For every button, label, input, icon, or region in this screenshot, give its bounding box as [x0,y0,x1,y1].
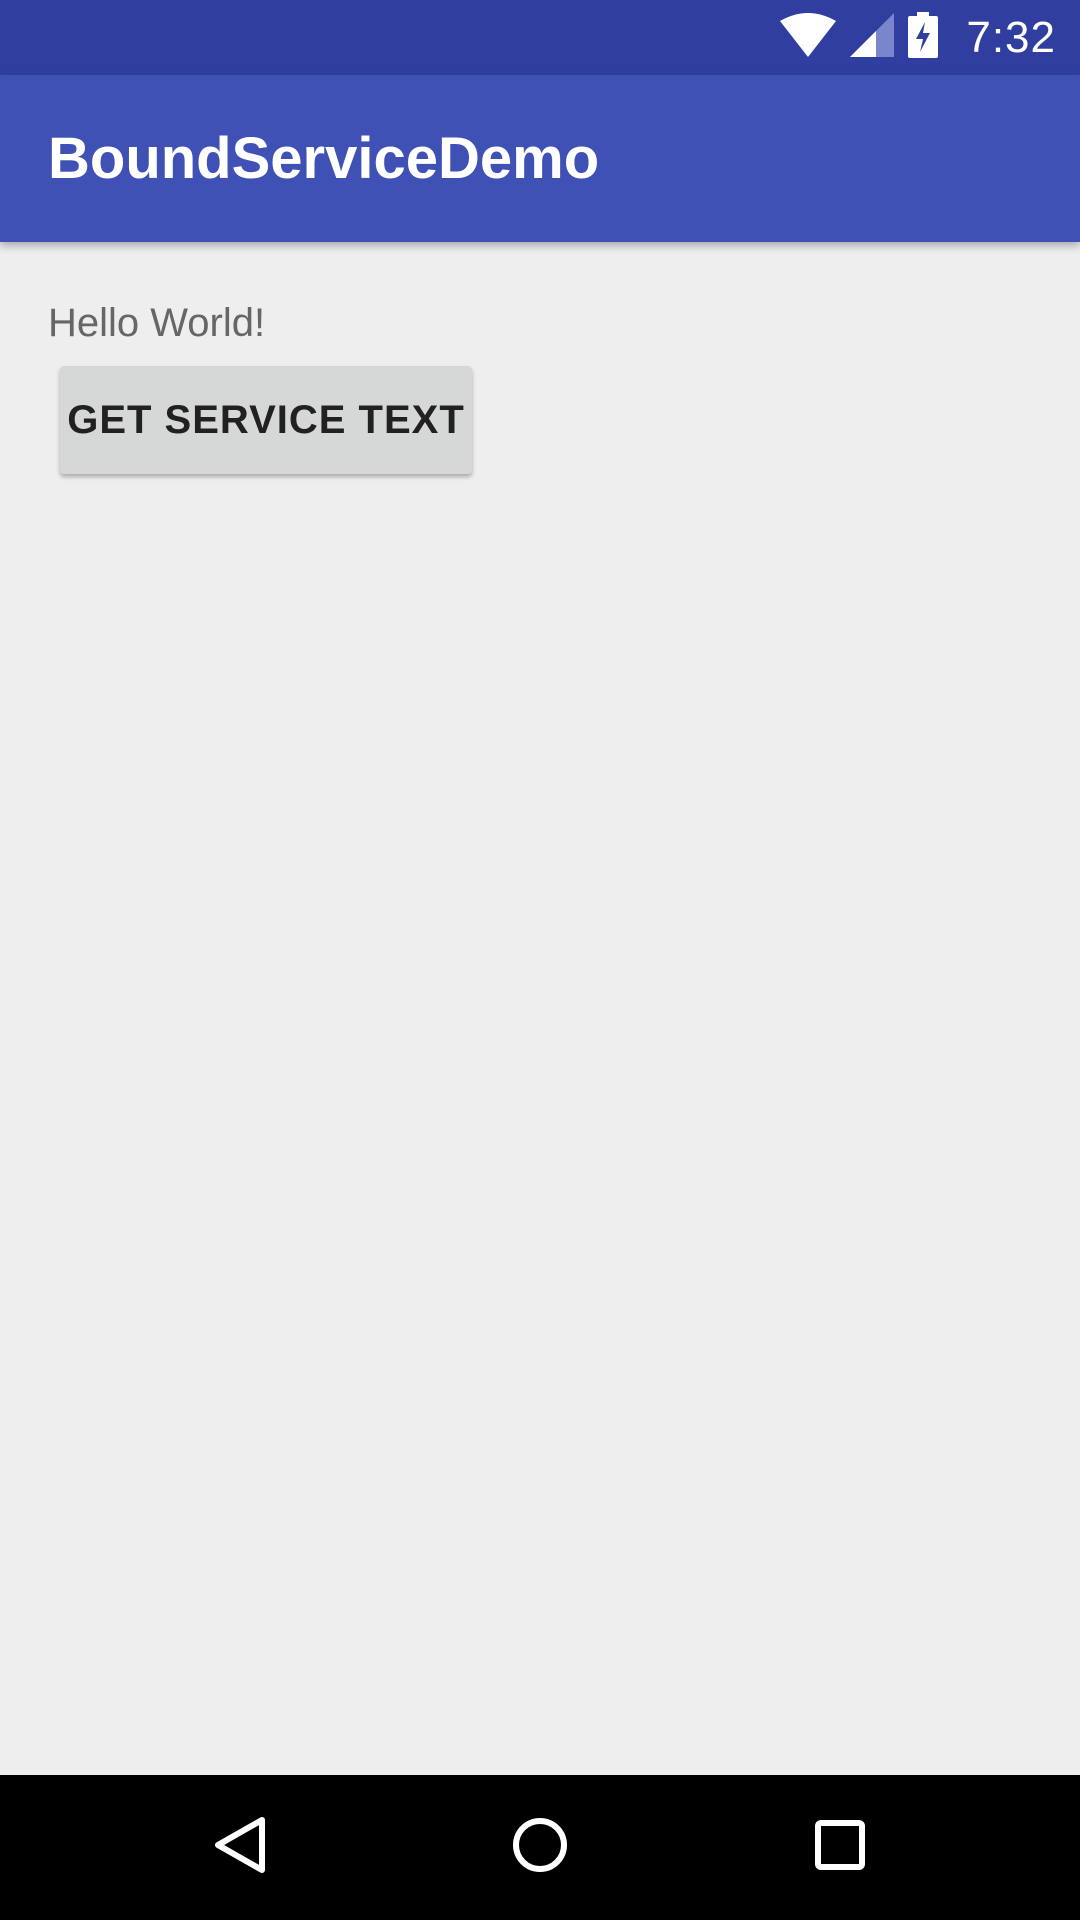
back-icon [212,1815,268,1880]
app-bar: BoundServiceDemo [0,75,1080,242]
screen: 7:32 BoundServiceDemo Hello World! GET S… [0,0,1080,1920]
recents-button[interactable] [760,1775,920,1920]
main-content: Hello World! GET SERVICE TEXT [0,242,1080,1775]
status-bar: 7:32 [0,0,1080,75]
recents-icon [814,1819,866,1876]
cell-signal-icon [850,13,895,62]
navigation-bar [0,1775,1080,1920]
back-button[interactable] [160,1775,320,1920]
get-service-text-button[interactable]: GET SERVICE TEXT [60,366,472,474]
home-icon [511,1816,569,1879]
status-icons: 7:32 [780,0,1056,75]
app-title: BoundServiceDemo [48,126,600,191]
battery-charging-icon [908,12,939,63]
hello-text: Hello World! [48,301,266,345]
wifi-icon [780,13,837,62]
home-button[interactable] [460,1775,620,1920]
status-time: 7:32 [966,12,1056,62]
